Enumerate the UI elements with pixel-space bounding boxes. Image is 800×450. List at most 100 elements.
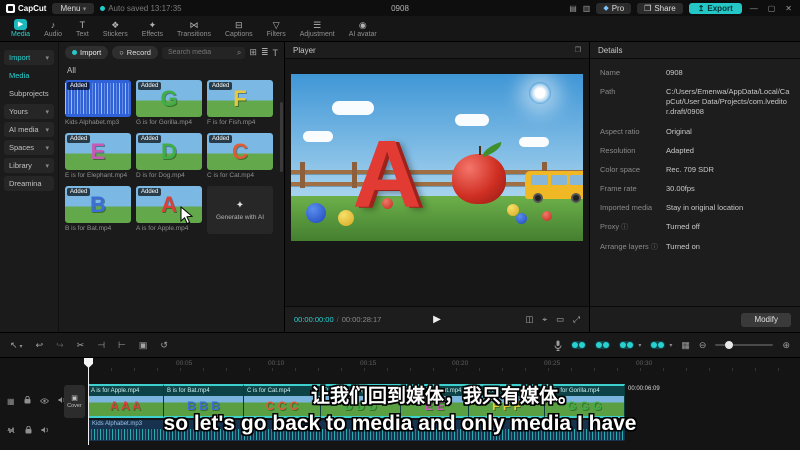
chevron-down-icon: ▾ [45, 144, 49, 152]
auto-snap-toggle[interactable] [571, 341, 587, 349]
slider-knob[interactable] [724, 341, 733, 349]
sidebar-item-yours[interactable]: Yours ▾ [4, 104, 54, 119]
sidebar-item-library[interactable]: Library ▾ [4, 158, 54, 173]
aspect-ratio-icon[interactable]: ▭ [556, 314, 564, 325]
sidebar-item-import[interactable]: Import ▾ [4, 50, 54, 65]
sidebar-item-spaces[interactable]: Spaces ▾ [4, 140, 54, 155]
type-filter-icon[interactable]: T [273, 48, 279, 58]
delete-right-icon[interactable]: ⊢ [118, 340, 126, 351]
export-button[interactable]: ↥ Export [688, 2, 742, 14]
timeline-ruler[interactable]: 00:05 00:10 00:15 00:20 00:25 00:30 [88, 358, 800, 371]
details-title: Details [598, 45, 623, 55]
cloud-graphic [454, 114, 489, 127]
media-item-video[interactable]: Added G G is for Gorilla.mp4 [136, 80, 202, 126]
sidebar-item-media[interactable]: Media [4, 68, 54, 83]
tab-captions[interactable]: ⊟ Captions [218, 19, 260, 38]
adjustment-icon: ☰ [313, 20, 322, 30]
close-button[interactable]: ✕ [783, 4, 794, 13]
audio-waveform-thumbnail: Added [65, 80, 131, 117]
app-name: CapCut [18, 3, 47, 13]
redo-icon[interactable]: ↪ [56, 340, 64, 351]
share-button[interactable]: ❐ Share [637, 2, 683, 14]
tab-filters[interactable]: ▽ Filters [260, 19, 293, 38]
media-grid: Added Kids Alphabet.mp3 Added G G is for… [65, 80, 278, 234]
text-icon: T [79, 20, 86, 30]
tab-transitions[interactable]: ⋈ Transitions [170, 19, 218, 38]
fullscreen-icon[interactable]: ⤢ [573, 314, 580, 325]
link-preview-toggle[interactable] [595, 341, 611, 349]
tab-effects[interactable]: ✦ Effects [135, 19, 170, 38]
play-button[interactable]: ▶ [433, 314, 441, 325]
snapshot-icon[interactable]: ⌖ [542, 314, 547, 325]
search-input[interactable] [165, 48, 237, 57]
player-expand-icon[interactable]: ❐ [575, 46, 581, 54]
ball-graphic [305, 202, 326, 223]
audio-icon: ♪ [50, 20, 56, 30]
render-preview-icon[interactable]: ▦ [681, 340, 690, 351]
player-stage: A [285, 59, 589, 306]
ribbon-tabs: ▶ Media ♪ Audio T Text ❖ Stickers ✦ Effe… [0, 16, 800, 42]
search-box[interactable]: ⌕ [161, 46, 246, 59]
reverse-icon[interactable]: ↺ [160, 340, 168, 351]
media-item-video[interactable]: Added C C is for Cat.mp4 [207, 133, 273, 179]
timeline-zoom-slider[interactable] [715, 341, 774, 349]
captions-icon: ⊟ [235, 20, 243, 30]
keyframe-toggle[interactable] [619, 341, 635, 349]
media-item-video[interactable]: Added E E is for Elephant.mp4 [65, 133, 131, 179]
grid-view-icon[interactable]: ⊞ [249, 47, 257, 58]
sidebar-item-subprojects[interactable]: Subprojects [4, 86, 54, 101]
mouse-cursor [180, 206, 194, 225]
tab-ai-avatar[interactable]: ◉ AI avatar [342, 19, 384, 38]
autosave-status: Auto saved 13:17:35 [100, 4, 182, 13]
ball-graphic [381, 198, 393, 210]
delete-left-icon[interactable]: ⊣ [97, 340, 105, 351]
tab-audio[interactable]: ♪ Audio [37, 19, 69, 38]
zoom-in-icon[interactable]: ⊕ [782, 340, 790, 351]
info-icon: ⓘ [621, 224, 629, 232]
chevron-down-icon[interactable]: ▾ [669, 342, 672, 349]
select-tool-icon[interactable]: ↖ ▾ [10, 340, 23, 351]
player-panel: Player ❐ A 00:00:00:00 / 00:00:28:17 ▶ ◫… [284, 42, 590, 332]
ball-graphic [337, 209, 354, 226]
media-item-video[interactable]: Added F F is for Fish.mp4 [207, 80, 273, 126]
detail-row-imported-media: Imported media Stay in original location [600, 203, 744, 212]
media-panel: Import ○ Record ⌕ ⊞ ≣ T All Added [58, 42, 284, 332]
tab-media[interactable]: ▶ Media [4, 19, 37, 38]
detail-row-color-space: Color space Rec. 709 SDR [600, 164, 714, 174]
video-frame[interactable]: A [291, 74, 583, 241]
tab-stickers[interactable]: ❖ Stickers [96, 19, 135, 38]
modify-button[interactable]: Modify [741, 312, 791, 327]
chevron-down-icon: ▾ [45, 54, 49, 62]
split-icon[interactable]: ✂ [77, 340, 85, 351]
zoom-out-icon[interactable]: ⊖ [699, 340, 707, 351]
compare-icon[interactable]: ◫ [525, 314, 533, 325]
record-voiceover-icon[interactable] [554, 340, 562, 351]
minimize-button[interactable]: — [748, 4, 760, 13]
record-button[interactable]: ○ Record [112, 46, 158, 59]
media-item-audio[interactable]: Added Kids Alphabet.mp3 [65, 80, 131, 126]
menu-button[interactable]: Menu ▾ [52, 2, 95, 14]
sidebar-item-dreamina[interactable]: Dreamina [4, 176, 54, 191]
tab-text[interactable]: T Text [69, 19, 96, 38]
media-item-video[interactable]: Added B B is for Bat.mp4 [65, 186, 131, 234]
import-button[interactable]: Import [65, 46, 109, 59]
sort-icon[interactable]: ≣ [261, 47, 269, 58]
chevron-down-icon[interactable]: ▾ [638, 342, 641, 349]
undo-icon[interactable]: ↩ [36, 340, 44, 351]
media-item-video[interactable]: Added D D is for Dog.mp4 [136, 133, 202, 179]
maximize-button[interactable]: ▢ [766, 4, 778, 13]
added-badge: Added [67, 135, 91, 143]
capcut-app: CapCut Menu ▾ Auto saved 13:17:35 0908 ▤… [0, 0, 800, 450]
added-badge: Added [138, 135, 162, 143]
sidebar-item-ai-media[interactable]: AI media ▾ [4, 122, 54, 137]
effects-icon: ✦ [148, 20, 157, 30]
layout-grid-icon[interactable]: ▥ [583, 4, 591, 13]
pro-button[interactable]: ◆ Pro [596, 2, 632, 14]
layout-panel-icon[interactable]: ▤ [569, 4, 577, 13]
media-scrollbar[interactable] [280, 102, 283, 172]
freeze-frame-icon[interactable]: ▣ [139, 340, 148, 351]
tab-adjustment[interactable]: ☰ Adjustment [293, 19, 342, 38]
audio-sync-toggle[interactable] [650, 341, 666, 349]
transitions-icon: ⋈ [189, 20, 199, 30]
generate-with-ai-button[interactable]: ✦ Generate with AI [207, 186, 273, 234]
